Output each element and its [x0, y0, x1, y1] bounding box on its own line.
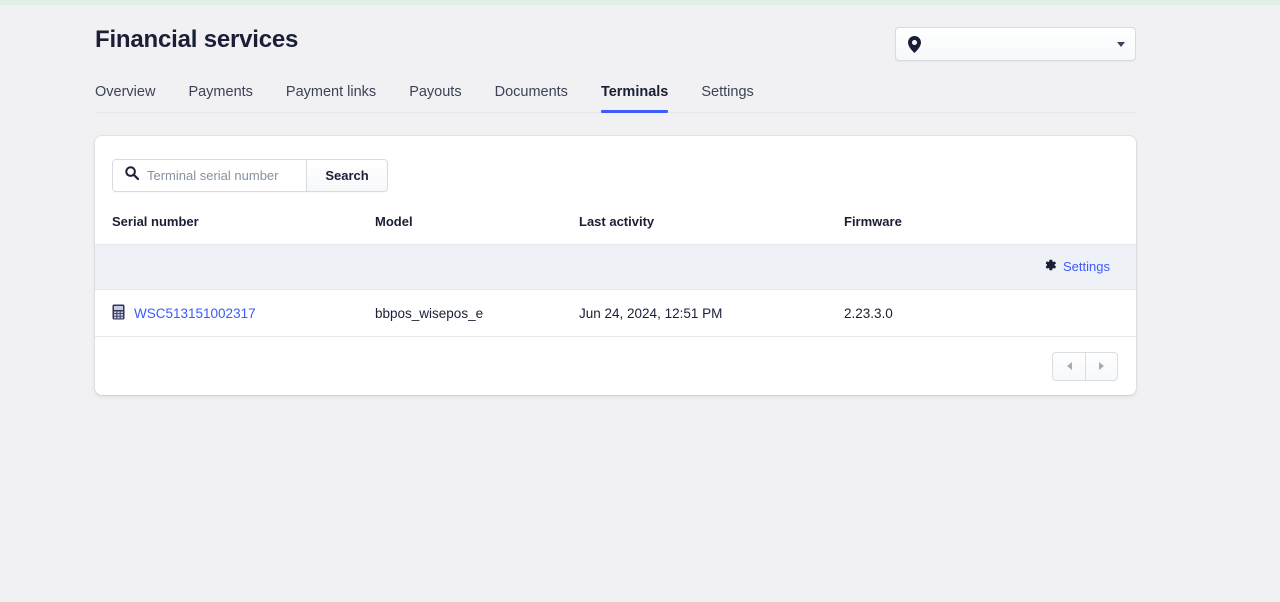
table-header-row: Serial number Model Last activity Firmwa… — [95, 214, 1136, 245]
terminal-serial-link[interactable]: WSC513151002317 — [134, 306, 256, 321]
tab-payouts[interactable]: Payouts — [409, 83, 461, 112]
tab-payments[interactable]: Payments — [188, 83, 252, 112]
location-pin-icon — [908, 35, 921, 53]
page-container: Financial services Overview Payments Pay… — [0, 5, 1280, 602]
triangle-left-icon — [1066, 362, 1072, 370]
tab-terminals[interactable]: Terminals — [600, 83, 669, 113]
triangle-right-icon — [1099, 362, 1104, 370]
terminals-table-body: Settings WSC513151002317 bbpos_wisepos_e… — [95, 244, 1136, 337]
cell-firmware: 2.23.3.0 — [844, 289, 1136, 337]
table-row[interactable]: WSC513151002317 bbpos_wisepos_e Jun 24, … — [95, 289, 1136, 337]
cell-model: bbpos_wisepos_e — [375, 289, 579, 337]
settings-row-cell: Settings — [95, 244, 1136, 290]
search-button[interactable]: Search — [306, 159, 387, 191]
terminal-search-input[interactable] — [139, 167, 296, 183]
tab-overview[interactable]: Overview — [95, 83, 155, 112]
page-header: Financial services — [95, 25, 1136, 61]
terminals-table: Serial number Model Last activity Firmwa… — [95, 214, 1136, 337]
terminals-toolbar: Search — [95, 136, 1136, 214]
search-icon — [125, 165, 140, 185]
terminal-search-group: Search — [112, 158, 388, 192]
column-header-firmware: Firmware — [844, 214, 1136, 245]
settings-link-label: Settings — [1063, 258, 1110, 274]
cell-last-activity: Jun 24, 2024, 12:51 PM — [579, 289, 844, 337]
chevron-down-icon — [1117, 41, 1125, 47]
terminals-card: Search Serial number Model Last activity… — [95, 136, 1136, 395]
column-header-model: Model — [375, 214, 579, 245]
pagination-next-button[interactable] — [1085, 351, 1118, 381]
terminal-search-field[interactable] — [113, 159, 306, 191]
pagination-controls — [1052, 351, 1118, 381]
cell-serial-number: WSC513151002317 — [95, 289, 375, 337]
gear-icon — [1043, 258, 1057, 275]
terminals-table-head: Serial number Model Last activity Firmwa… — [95, 214, 1136, 245]
tab-settings[interactable]: Settings — [701, 83, 753, 112]
tab-documents[interactable]: Documents — [495, 83, 568, 112]
pagination-bar — [95, 337, 1136, 395]
settings-row: Settings — [95, 244, 1136, 290]
primary-tabs: Overview Payments Payment links Payouts … — [95, 83, 1136, 113]
account-location-picker[interactable] — [895, 27, 1136, 61]
terminal-settings-link[interactable]: Settings — [1043, 258, 1110, 275]
column-header-last-activity: Last activity — [579, 214, 844, 245]
pagination-previous-button[interactable] — [1052, 351, 1085, 381]
column-header-serial-number: Serial number — [95, 214, 375, 245]
tab-payment-links[interactable]: Payment links — [286, 83, 376, 112]
card-reader-icon — [112, 304, 125, 323]
